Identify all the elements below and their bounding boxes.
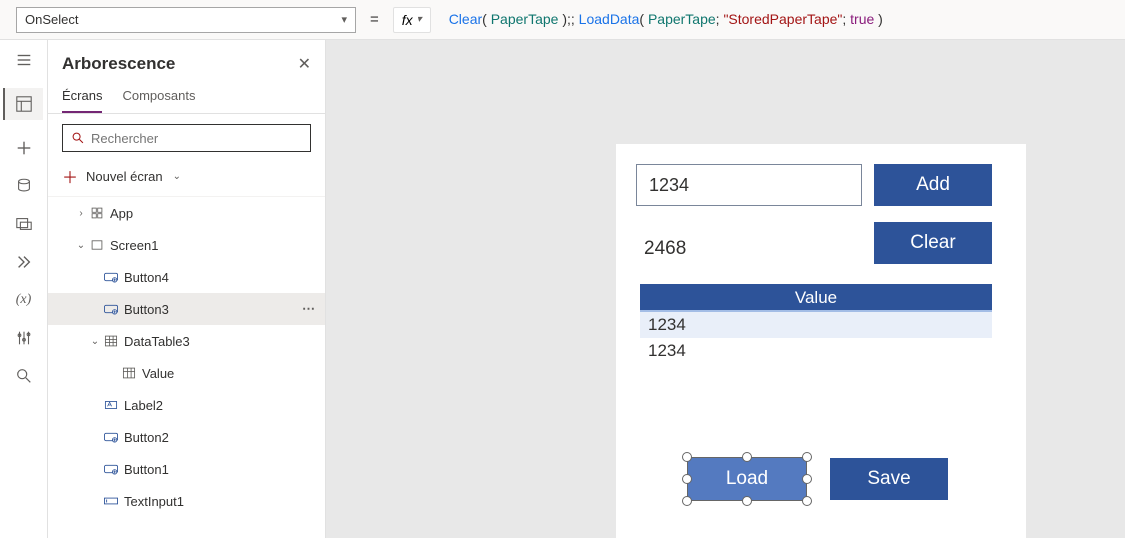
tree-list: ›App⋯⌄Screen1⋯Button4⋯Button3⋯⌄DataTable… xyxy=(48,197,325,538)
left-rail: (x) xyxy=(0,40,48,538)
tree-item-label: Screen1 xyxy=(106,238,302,253)
property-name: OnSelect xyxy=(25,12,78,27)
chevron-right-icon[interactable]: › xyxy=(74,208,88,219)
data-table[interactable]: Value 1234 1234 xyxy=(640,284,992,364)
tablecol-icon xyxy=(120,366,138,380)
table-row[interactable]: 1234 xyxy=(640,338,992,364)
app-canvas[interactable]: 1234 Add Clear 2468 Value 1234 1234 Load… xyxy=(616,144,1026,538)
button-icon xyxy=(102,430,120,444)
selection-handle[interactable] xyxy=(682,496,692,506)
tree-item-button4[interactable]: Button4⋯ xyxy=(48,261,325,293)
table-row[interactable]: 1234 xyxy=(640,312,992,338)
button-icon xyxy=(102,462,120,476)
selection-handle[interactable] xyxy=(742,496,752,506)
panel-title: Arborescence xyxy=(62,54,175,74)
tree-item-label: Button3 xyxy=(120,302,302,317)
search-icon xyxy=(71,131,85,145)
data-icon[interactable] xyxy=(14,176,34,196)
tree-search[interactable] xyxy=(62,124,311,152)
chevron-down-icon: ▾ xyxy=(417,14,422,25)
fx-button[interactable]: fx ▾ xyxy=(393,7,431,33)
tree-item-label2[interactable]: Label2⋯ xyxy=(48,389,325,421)
button-icon xyxy=(102,302,120,316)
selection-handle[interactable] xyxy=(682,474,692,484)
tree-item-label: TextInput1 xyxy=(120,494,302,509)
sum-label: 2468 xyxy=(644,238,686,260)
chevron-down-icon: ⌄ xyxy=(173,171,181,182)
text-input[interactable]: 1234 xyxy=(636,164,862,206)
tree-item-datatable3[interactable]: ⌄DataTable3⋯ xyxy=(48,325,325,357)
chevron-down-icon: ▾ xyxy=(341,13,347,26)
power-automate-icon[interactable] xyxy=(14,252,34,272)
hamburger-icon[interactable] xyxy=(14,50,34,70)
chevron-down-icon[interactable]: ⌄ xyxy=(74,240,88,251)
new-screen-button[interactable]: ＋ Nouvel écran ⌄ xyxy=(48,158,325,197)
variables-icon[interactable]: (x) xyxy=(14,290,34,310)
tree-view-panel: Arborescence ✕ Écrans Composants ＋ Nouve… xyxy=(48,40,326,538)
table-icon xyxy=(102,334,120,348)
search-icon[interactable] xyxy=(14,366,34,386)
close-icon[interactable]: ✕ xyxy=(298,54,311,74)
app-icon xyxy=(88,206,106,220)
formula-input[interactable]: Clear( PaperTape );; LoadData( PaperTape… xyxy=(441,11,1115,28)
tree-item-textinput1[interactable]: TextInput1⋯ xyxy=(48,485,325,517)
tree-item-label: DataTable3 xyxy=(120,334,302,349)
label-icon xyxy=(102,398,120,412)
equals-sign: = xyxy=(366,11,383,28)
tree-item-label: Button4 xyxy=(120,270,302,285)
button-icon xyxy=(102,270,120,284)
canvas-area[interactable]: 1234 Add Clear 2468 Value 1234 1234 Load… xyxy=(326,40,1125,538)
tree-item-label: App xyxy=(106,206,302,221)
advanced-tools-icon[interactable] xyxy=(14,328,34,348)
more-icon[interactable]: ⋯ xyxy=(302,301,317,317)
plus-icon: ＋ xyxy=(62,164,78,188)
textinput-icon xyxy=(102,494,120,508)
tree-item-button1[interactable]: Button1⋯ xyxy=(48,453,325,485)
chevron-down-icon[interactable]: ⌄ xyxy=(88,336,102,347)
screen-icon xyxy=(88,238,106,252)
tree-item-screen1[interactable]: ⌄Screen1⋯ xyxy=(48,229,325,261)
tree-item-value[interactable]: Value⋯ xyxy=(48,357,325,389)
tree-item-button2[interactable]: Button2⋯ xyxy=(48,421,325,453)
tab-components[interactable]: Composants xyxy=(122,82,195,113)
table-header[interactable]: Value xyxy=(640,284,992,312)
formula-bar: OnSelect ▾ = fx ▾ Clear( PaperTape );; L… xyxy=(0,0,1125,40)
media-icon[interactable] xyxy=(14,214,34,234)
clear-button[interactable]: Clear xyxy=(874,222,992,264)
input-value: 1234 xyxy=(649,175,689,196)
selection-handle[interactable] xyxy=(802,496,812,506)
selection-handle[interactable] xyxy=(802,452,812,462)
tree-item-label: Button2 xyxy=(120,430,302,445)
selection-handle[interactable] xyxy=(742,452,752,462)
tab-screens[interactable]: Écrans xyxy=(62,82,102,113)
tree-item-button3[interactable]: Button3⋯ xyxy=(48,293,325,325)
fx-label: fx xyxy=(402,12,413,28)
selection-handle[interactable] xyxy=(682,452,692,462)
insert-icon[interactable] xyxy=(14,138,34,158)
tree-view-icon[interactable] xyxy=(3,88,43,120)
tree-item-label: Value xyxy=(138,366,302,381)
selection-handle[interactable] xyxy=(802,474,812,484)
property-selector[interactable]: OnSelect ▾ xyxy=(16,7,356,33)
tree-item-label: Button1 xyxy=(120,462,302,477)
add-button[interactable]: Add xyxy=(874,164,992,206)
new-screen-label: Nouvel écran xyxy=(86,169,163,184)
search-input[interactable] xyxy=(91,131,302,146)
tree-item-app[interactable]: ›App⋯ xyxy=(48,197,325,229)
save-button[interactable]: Save xyxy=(830,458,948,500)
load-button[interactable]: Load xyxy=(688,458,806,500)
tree-item-label: Label2 xyxy=(120,398,302,413)
tree-tabs: Écrans Composants xyxy=(48,82,325,114)
